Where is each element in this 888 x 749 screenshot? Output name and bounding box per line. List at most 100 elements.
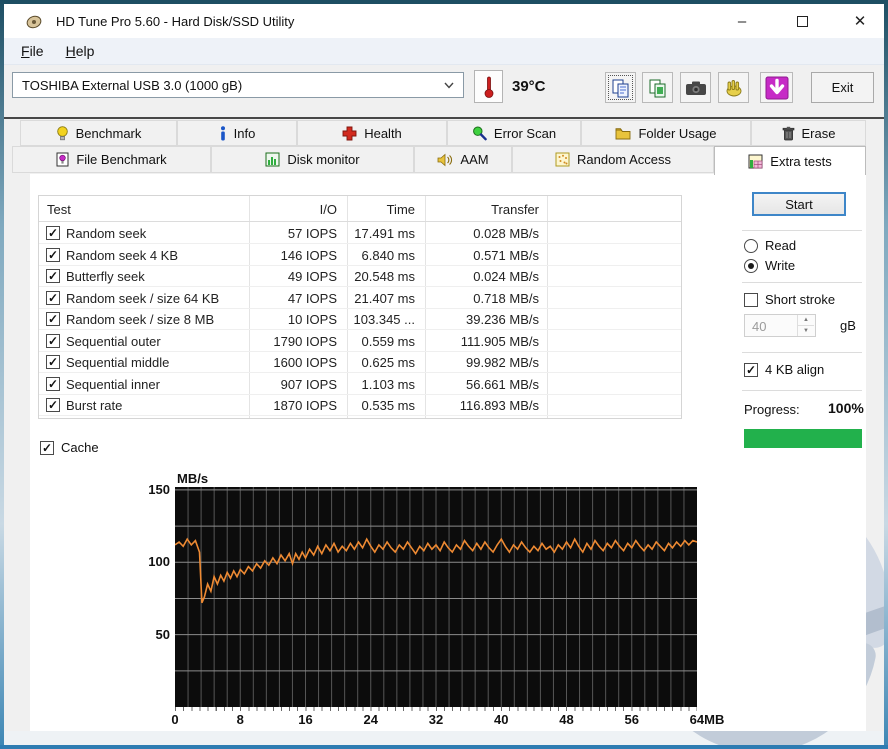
benchmark-bulb-icon (56, 126, 69, 141)
trash-icon (782, 126, 795, 141)
table-row[interactable]: ✓ Random seek / size 64 KB 47 IOPS 21.40… (39, 288, 681, 309)
extra-tests-panel: Test I/O Time Transfer ✓ Random seek 57 … (30, 174, 866, 731)
maximize-button[interactable] (780, 4, 824, 38)
progress-label: Progress: (744, 402, 800, 417)
y-axis-tick: 150 (134, 482, 170, 497)
folder-icon (615, 127, 631, 140)
toolbar-divider (0, 117, 888, 119)
menu-file[interactable]: File (10, 39, 55, 63)
separator (742, 352, 862, 353)
temperature-value: 39°C (512, 78, 546, 95)
toolbar: TOSHIBA External USB 3.0 (1000 gB) 39°C (4, 65, 884, 118)
header-io: I/O (320, 202, 337, 217)
minimize-button[interactable]: – (720, 4, 764, 38)
separator (742, 282, 862, 283)
thermometer-icon (483, 75, 495, 99)
window-title: HD Tune Pro 5.60 - Hard Disk/SSD Utility (56, 14, 294, 29)
table-row[interactable]: ✓ Sequential outer 1790 IOPS 0.559 ms 11… (39, 331, 681, 352)
tab-benchmark[interactable]: Benchmark (20, 120, 177, 146)
table-row[interactable]: ✓ Burst rate 1870 IOPS 0.535 ms 116.893 … (39, 395, 681, 416)
table-row[interactable]: ✓ Random seek 57 IOPS 17.491 ms 0.028 MB… (39, 223, 681, 244)
file-benchmark-icon (56, 152, 69, 167)
chart-plot-area (175, 487, 697, 707)
test-checkbox[interactable]: ✓ (46, 398, 60, 412)
test-checkbox[interactable]: ✓ (46, 377, 60, 391)
y-axis-tick: 100 (134, 554, 170, 569)
x-axis-tick: 56 (625, 712, 639, 727)
test-checkbox[interactable]: ✓ (46, 269, 60, 283)
screenshot-button[interactable] (680, 72, 711, 103)
app-icon (26, 14, 42, 30)
start-button[interactable]: Start (752, 192, 846, 216)
separator (742, 390, 862, 391)
x-axis-tick: 64MB (690, 712, 725, 727)
header-transfer: Transfer (491, 202, 539, 217)
copy-text-button[interactable] (605, 72, 636, 103)
align-row[interactable]: ✓ 4 KB align (744, 362, 824, 377)
window-border (0, 0, 4, 749)
tab-aam[interactable]: AAM (414, 146, 512, 173)
test-checkbox[interactable]: ✓ (46, 312, 60, 326)
copy-image-button[interactable] (642, 72, 673, 103)
test-checkbox[interactable]: ✓ (46, 226, 60, 240)
results-table: Test I/O Time Transfer ✓ Random seek 57 … (38, 195, 682, 419)
close-button[interactable]: ✕ (838, 4, 882, 38)
hd-tune-window: HD Tune Pro 5.60 - Hard Disk/SSD Utility… (0, 0, 888, 749)
progress-value: 100% (828, 400, 864, 416)
drive-select-dropdown[interactable]: TOSHIBA External USB 3.0 (1000 gB) (12, 72, 464, 98)
test-checkbox[interactable]: ✓ (46, 248, 60, 262)
write-radio-row[interactable]: Write (744, 258, 795, 273)
test-checkbox[interactable]: ✓ (46, 355, 60, 369)
camera-icon (685, 80, 707, 96)
tab-erase[interactable]: Erase (751, 120, 866, 146)
short-stroke-checkbox[interactable] (744, 293, 758, 307)
table-row[interactable]: ✓ Sequential inner 907 IOPS 1.103 ms 56.… (39, 374, 681, 395)
health-cross-icon (342, 126, 357, 141)
magnifier-icon (472, 126, 487, 141)
info-icon (219, 126, 227, 141)
stepper-up-icon[interactable]: ▲ (798, 315, 814, 326)
tab-disk-monitor[interactable]: Disk monitor (211, 146, 414, 173)
tab-random-access[interactable]: Random Access (512, 146, 714, 173)
test-checkbox[interactable]: ✓ (46, 334, 60, 348)
table-row[interactable]: ✓ Random seek / size 8 MB 10 IOPS 103.34… (39, 309, 681, 330)
menu-help[interactable]: Help (55, 39, 106, 63)
separator (742, 230, 862, 231)
tab-strip: Benchmark Info Health Error Scan (4, 119, 884, 174)
size-stepper[interactable]: 40 ▲ ▼ (744, 314, 816, 337)
save-results-button[interactable] (760, 72, 793, 103)
cache-row[interactable]: ✓ Cache (40, 440, 99, 455)
x-axis-tick: 48 (559, 712, 573, 727)
test-checkbox[interactable]: ✓ (46, 291, 60, 305)
size-unit-label: gB (840, 318, 856, 333)
tab-info[interactable]: Info (177, 120, 297, 146)
exit-button[interactable]: Exit (811, 72, 874, 103)
stepper-down-icon[interactable]: ▼ (798, 326, 814, 336)
x-axis-tick: 40 (494, 712, 508, 727)
random-access-icon (555, 152, 570, 167)
chevron-down-icon (444, 82, 454, 89)
tab-extra-tests[interactable]: Extra tests (714, 146, 866, 175)
tab-error-scan[interactable]: Error Scan (447, 120, 581, 146)
table-row[interactable]: ✓ Butterfly seek 49 IOPS 20.548 ms 0.024… (39, 266, 681, 287)
header-test: Test (47, 202, 71, 217)
align-checkbox[interactable]: ✓ (744, 363, 758, 377)
table-row[interactable]: ✓ Random seek 4 KB 146 IOPS 6.840 ms 0.5… (39, 245, 681, 266)
disk-monitor-icon (265, 152, 280, 167)
maximize-icon (797, 16, 808, 27)
read-radio-row[interactable]: Read (744, 238, 796, 253)
x-axis-tick: 24 (364, 712, 378, 727)
tab-file-benchmark[interactable]: File Benchmark (12, 146, 211, 173)
temperature-button[interactable] (474, 70, 503, 103)
table-header: Test I/O Time Transfer (39, 196, 681, 222)
tab-folder-usage[interactable]: Folder Usage (581, 120, 751, 146)
cache-checkbox[interactable]: ✓ (40, 441, 54, 455)
hand-icon (724, 78, 744, 98)
short-stroke-row[interactable]: Short stroke (744, 292, 835, 307)
read-radio[interactable] (744, 239, 758, 253)
table-row[interactable]: ✓ Sequential middle 1600 IOPS 0.625 ms 9… (39, 352, 681, 373)
tab-health[interactable]: Health (297, 120, 447, 146)
write-radio[interactable] (744, 259, 758, 273)
options-hand-button[interactable] (718, 72, 749, 103)
status-strip (4, 731, 884, 745)
